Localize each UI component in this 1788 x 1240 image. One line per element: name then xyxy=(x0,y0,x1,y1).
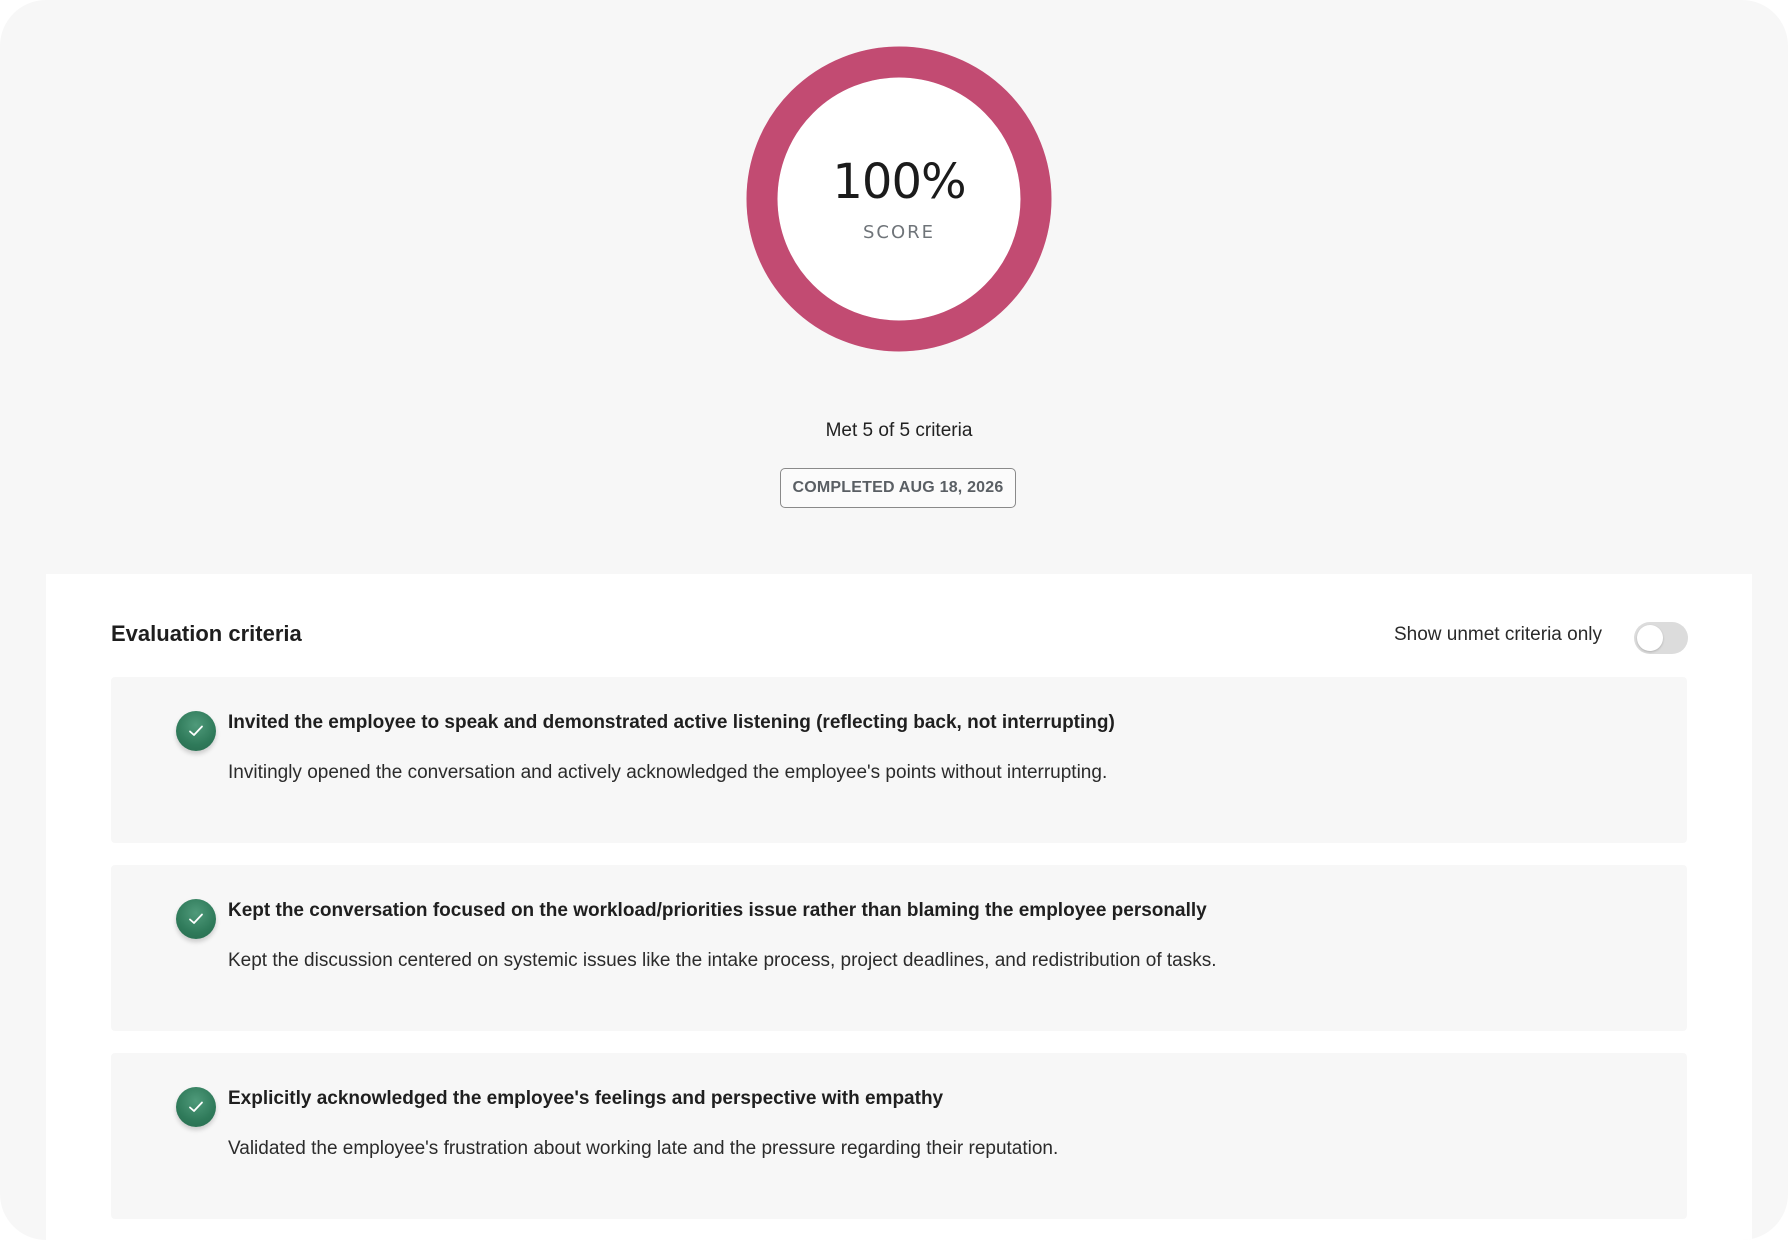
criteria-list: Invited the employee to speak and demons… xyxy=(111,677,1687,1240)
check-icon xyxy=(176,899,216,939)
criterion-title: Kept the conversation focused on the wor… xyxy=(228,900,1207,921)
completed-date-badge: COMPLETED AUG 18, 2026 xyxy=(780,468,1016,508)
criteria-met-summary: Met 5 of 5 criteria xyxy=(825,420,973,441)
unmet-filter-toggle[interactable] xyxy=(1634,622,1688,654)
criterion-card: Explicitly acknowledged the employee's f… xyxy=(111,1053,1687,1219)
score-label: SCORE xyxy=(862,222,936,243)
criterion-card: Kept the conversation focused on the wor… xyxy=(111,865,1687,1031)
check-icon xyxy=(176,711,216,751)
results-page: 100% SCORE Met 5 of 5 criteria COMPLETED… xyxy=(0,0,1788,1240)
evaluation-criteria-panel: Evaluation criteria Show unmet criteria … xyxy=(46,574,1752,1240)
criterion-description: Kept the discussion centered on systemic… xyxy=(228,950,1217,971)
section-title: Evaluation criteria xyxy=(111,621,302,646)
criterion-title: Invited the employee to speak and demons… xyxy=(228,712,1115,733)
score-ring: 100% SCORE xyxy=(746,46,1052,352)
criterion-description: Invitingly opened the conversation and a… xyxy=(228,762,1108,783)
score-value: 100% xyxy=(832,154,966,210)
check-icon xyxy=(176,1087,216,1127)
criterion-card: Invited the employee to speak and demons… xyxy=(111,677,1687,843)
score-summary: 100% SCORE Met 5 of 5 criteria COMPLETED… xyxy=(0,0,1788,572)
toggle-knob xyxy=(1637,625,1663,651)
criterion-description: Validated the employee's frustration abo… xyxy=(228,1138,1059,1159)
unmet-filter-label: Show unmet criteria only xyxy=(1393,624,1602,645)
criterion-title: Explicitly acknowledged the employee's f… xyxy=(228,1088,944,1109)
